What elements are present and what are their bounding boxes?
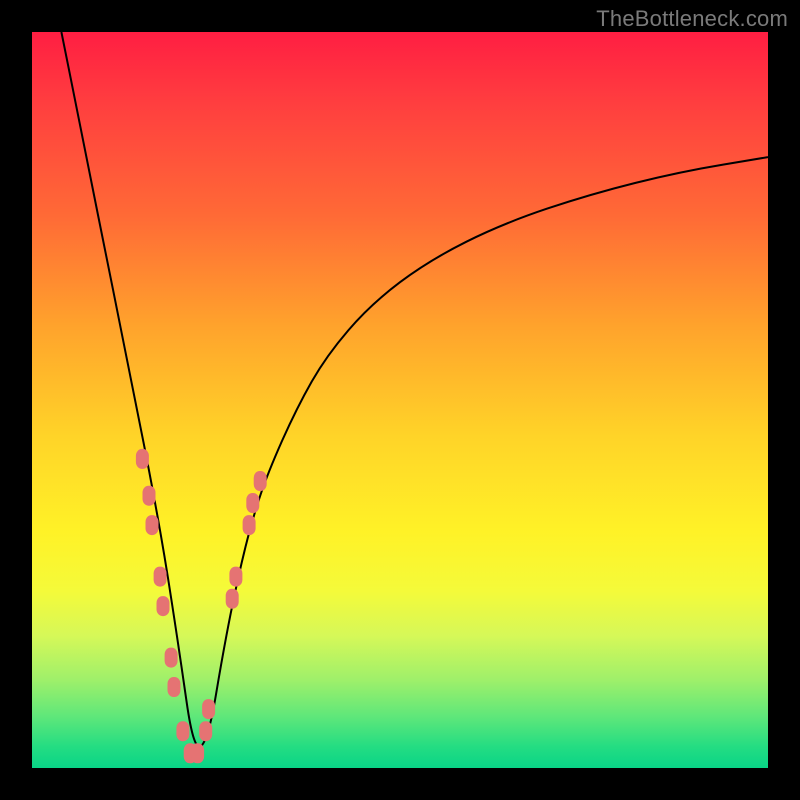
bead-marker — [191, 743, 204, 763]
bead-marker — [226, 589, 239, 609]
bead-marker — [136, 449, 149, 469]
bottleneck-curve — [61, 32, 768, 747]
bead-marker — [202, 699, 215, 719]
bead-marker — [157, 596, 170, 616]
bead-marker — [143, 486, 156, 506]
bead-marker — [176, 721, 189, 741]
curve-beads — [136, 449, 267, 763]
chart-overlay — [32, 32, 768, 768]
plot-area — [32, 32, 768, 768]
chart-frame: TheBottleneck.com — [0, 0, 800, 800]
bead-marker — [243, 515, 256, 535]
bead-marker — [165, 648, 178, 668]
bead-marker — [168, 677, 181, 697]
bead-marker — [199, 721, 212, 741]
bead-marker — [229, 567, 242, 587]
bead-marker — [154, 567, 167, 587]
watermark-text: TheBottleneck.com — [596, 6, 788, 32]
bead-marker — [254, 471, 267, 491]
bead-marker — [246, 493, 259, 513]
bead-marker — [146, 515, 159, 535]
